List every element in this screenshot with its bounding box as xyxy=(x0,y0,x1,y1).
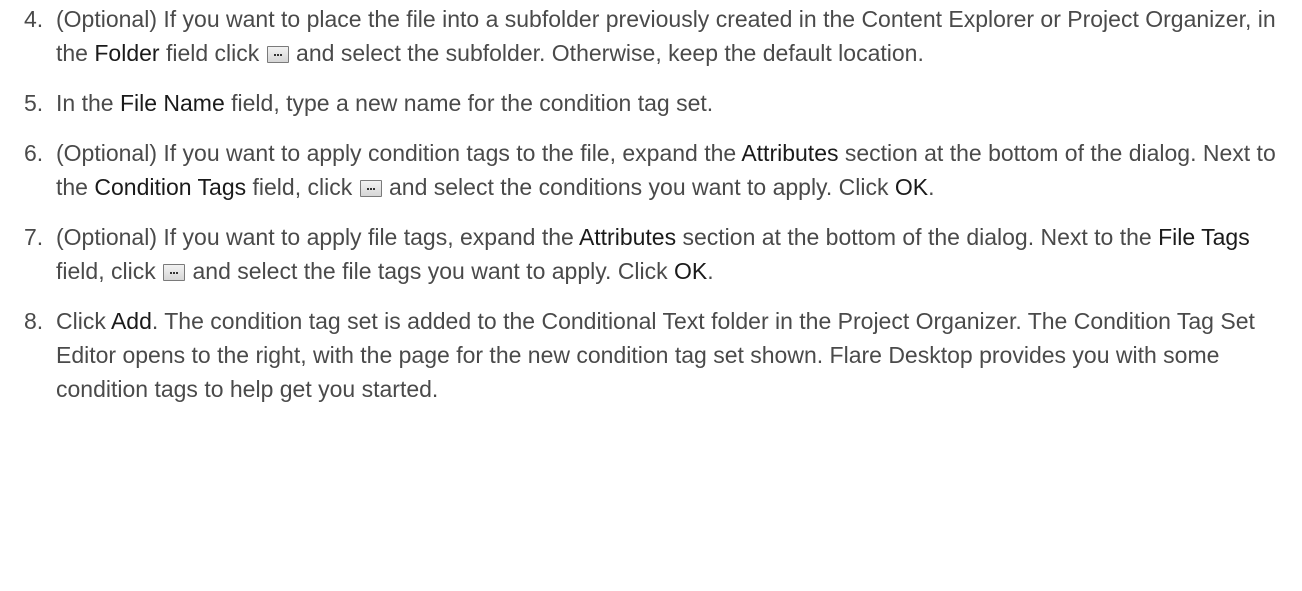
ui-element-name: File Name xyxy=(119,90,225,116)
step-text: (Optional) If you want to apply conditio… xyxy=(56,140,1276,200)
step-item: 5. In the File Name field, type a new nam… xyxy=(0,86,1302,120)
ui-element-name: OK xyxy=(894,174,929,200)
browse-icon xyxy=(163,264,186,281)
step-text: (Optional) If you want to place the file… xyxy=(56,6,1276,66)
step-text-run: . The condition tag set is added to the … xyxy=(56,308,1255,402)
step-number: 5. xyxy=(24,90,44,116)
step-text-run: and select the file tags you want to app… xyxy=(186,258,675,284)
step-text-run: field click xyxy=(159,40,266,66)
browse-icon xyxy=(359,180,382,197)
step-text-run: (Optional) If you want to apply conditio… xyxy=(56,140,742,166)
step-number: 6. xyxy=(24,140,44,166)
step-text-run: Click xyxy=(56,308,111,334)
step-item: 8. Click Add. The condition tag set is ad… xyxy=(0,304,1302,406)
step-text-run: section at the bottom of the dialog. Nex… xyxy=(676,224,1159,250)
step-text-run: . xyxy=(707,258,714,284)
step-text-run: and select the subfolder. Otherwise, kee… xyxy=(289,40,924,66)
step-text-run: field, click xyxy=(56,258,163,284)
ui-element-name: Add xyxy=(110,308,152,334)
ui-element-name: Condition Tags xyxy=(94,174,247,200)
ui-element-name: Folder xyxy=(94,40,160,66)
ui-element-name: OK xyxy=(674,258,708,284)
browse-icon xyxy=(266,46,289,63)
step-item: 6. (Optional) If you want to apply condit… xyxy=(0,136,1302,204)
step-text: (Optional) If you want to apply file tag… xyxy=(56,224,1250,284)
step-text-run: In the xyxy=(56,90,120,116)
step-text-run: field, type a new name for the condition… xyxy=(224,90,714,116)
procedure-steps-list: 4. (Optional) If you want to place the fi… xyxy=(0,0,1302,406)
step-text: Click Add. The condition tag set is adde… xyxy=(56,308,1255,402)
step-text-run: (Optional) If you want to apply file tag… xyxy=(56,224,579,250)
step-text-run: field, click xyxy=(246,174,359,200)
step-text-run: . xyxy=(928,174,935,200)
step-number: 4. xyxy=(24,6,44,32)
step-text-run: and select the conditions you want to ap… xyxy=(382,174,895,200)
ui-element-name: File Tags xyxy=(1158,224,1250,250)
step-number: 7. xyxy=(24,224,44,250)
step-item: 4. (Optional) If you want to place the fi… xyxy=(0,2,1302,70)
step-text: In the File Name field, type a new name … xyxy=(56,90,713,116)
ui-element-name: Attributes xyxy=(741,140,839,166)
ui-element-name: Attributes xyxy=(578,224,677,250)
step-number: 8. xyxy=(24,308,44,334)
step-item: 7. (Optional) If you want to apply file t… xyxy=(0,220,1302,288)
